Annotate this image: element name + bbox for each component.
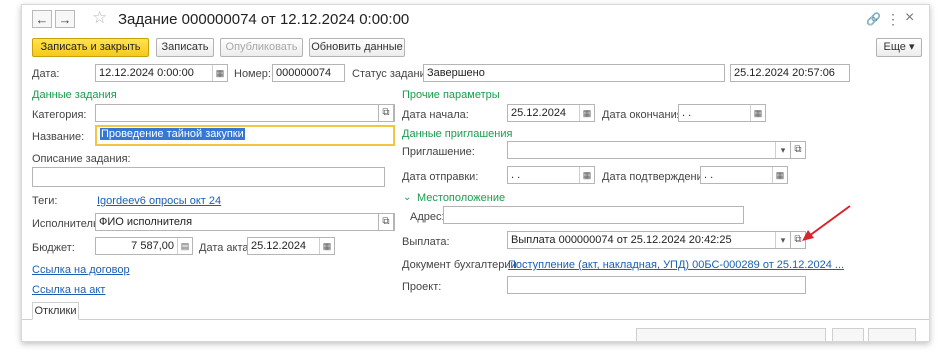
invite-data-section: Данные приглашения [402,128,513,140]
act-date-value: 25.12.2024 [251,240,307,252]
send-date-label: Дата отправки: [402,171,479,183]
end-date-value: . . [682,107,692,119]
arrow-right-icon: → [58,12,72,27]
executor-value: ФИО исполнителя [99,216,193,228]
start-date-field[interactable]: 25.12.2024 ▦ [507,104,595,122]
chevron-down-icon[interactable]: ⌄ [403,192,411,203]
back-button[interactable]: ← [32,10,52,28]
task-data-section: Данные задания [32,89,117,101]
search-button[interactable] [832,328,864,341]
confirm-date-field[interactable]: . . ▦ [700,166,788,184]
act-date-field[interactable]: 25.12.2024 ▦ [247,237,335,255]
budget-value: 7 587,00 [131,240,174,252]
chevron-down-icon[interactable]: ▾ [775,232,790,248]
calendar-icon[interactable]: ▦ [212,65,227,81]
send-date-value: . . [511,169,521,181]
more-button-bottom[interactable] [868,328,916,341]
budget-field[interactable]: 7 587,00 ▤ [95,237,193,255]
contract-link[interactable]: Ссылка на договор [32,264,130,276]
form-window: ← → ☆ Задание 000000074 от 12.12.2024 0:… [21,4,930,342]
search-input[interactable] [636,328,826,341]
confirm-date-label: Дата подтверждения: [602,171,712,183]
end-date-label: Дата окончания: [602,109,686,121]
payment-field[interactable]: Выплата 000000074 от 25.12.2024 20:42:25… [507,231,791,249]
location-section[interactable]: Местоположение [417,192,505,204]
project-field[interactable] [507,276,806,294]
star-icon[interactable]: ☆ [92,8,107,28]
act-date-label: Дата акта: [199,242,252,254]
calendar-icon[interactable]: ▦ [579,105,594,121]
arrow-left-icon: ← [35,12,49,27]
tab-responses[interactable]: Отклики [32,302,79,320]
other-params-section: Прочие параметры [402,89,500,101]
executor-label: Исполнитель: [32,218,102,230]
payment-label: Выплата: [402,236,450,248]
name-label: Название: [32,131,85,143]
start-date-value: 25.12.2024 [511,107,567,119]
link-icon[interactable]: 🔗 [866,12,881,26]
calendar-icon[interactable]: ▦ [772,167,787,183]
date-label: Дата: [32,68,60,80]
executor-field[interactable]: ФИО исполнителя ▾ [95,213,395,231]
tab-divider [22,319,929,320]
date-field[interactable]: 12.12.2024 0:00:00 ▦ [95,64,228,82]
number-label: Номер: [234,68,271,80]
description-field[interactable] [32,167,385,187]
accounting-doc-link[interactable]: Поступление (акт, накладная, УПД) 00БС-0… [508,259,844,271]
status-field[interactable]: Завершено [423,64,725,82]
open-executor-icon[interactable]: ⧉ [378,213,394,231]
address-field[interactable] [443,206,744,224]
project-label: Проект: [402,281,442,293]
save-close-button[interactable]: Записать и закрыть [32,38,149,57]
refresh-data-button[interactable]: Обновить данные [309,38,405,57]
more-menu-icon[interactable]: ⋮ [886,11,900,28]
accounting-doc-label: Документ бухгалтерии: [402,259,520,271]
tags-link[interactable]: Igordeev6 опросы окт 24 [97,195,221,207]
category-label: Категория: [32,109,87,121]
number-field[interactable]: 000000074 [272,64,345,82]
end-date-field[interactable]: . . ▦ [678,104,766,122]
invite-field[interactable]: ▾ [507,141,791,159]
calendar-icon[interactable]: ▦ [579,167,594,183]
address-label: Адрес: [410,211,445,223]
date-value: 12.12.2024 0:00:00 [99,67,194,79]
start-date-label: Дата начала: [402,109,469,121]
chevron-down-icon[interactable]: ▾ [775,142,790,158]
save-button[interactable]: Записать [156,38,214,57]
send-date-field[interactable]: . . ▦ [507,166,595,184]
calculator-icon[interactable]: ▤ [177,238,192,254]
payment-value: Выплата 000000074 от 25.12.2024 20:42:25 [511,234,732,246]
calendar-icon[interactable]: ▦ [319,238,334,254]
open-invite-icon[interactable]: ⧉ [790,141,806,159]
annotation-arrow-icon [802,205,851,241]
invite-label: Приглашение: [402,146,475,158]
name-value: Проведение тайной закупки [100,128,245,140]
category-field[interactable]: ▾ [95,104,395,122]
close-icon[interactable]: × [905,9,914,27]
confirm-date-value: . . [704,169,714,181]
forward-button[interactable]: → [55,10,75,28]
calendar-icon[interactable]: ▦ [750,105,765,121]
open-category-icon[interactable]: ⧉ [378,104,394,122]
tags-label: Теги: [32,195,58,207]
description-label: Описание задания: [32,153,131,165]
page-title: Задание 000000074 от 12.12.2024 0:00:00 [118,11,410,28]
act-link[interactable]: Ссылка на акт [32,284,105,296]
name-field[interactable]: Проведение тайной закупки [95,125,395,146]
more-button[interactable]: Еще ▾ [876,38,922,57]
publish-button[interactable]: Опубликовать [220,38,303,57]
status-date-field[interactable]: 25.12.2024 20:57:06 [730,64,850,82]
budget-label: Бюджет: [32,242,75,254]
